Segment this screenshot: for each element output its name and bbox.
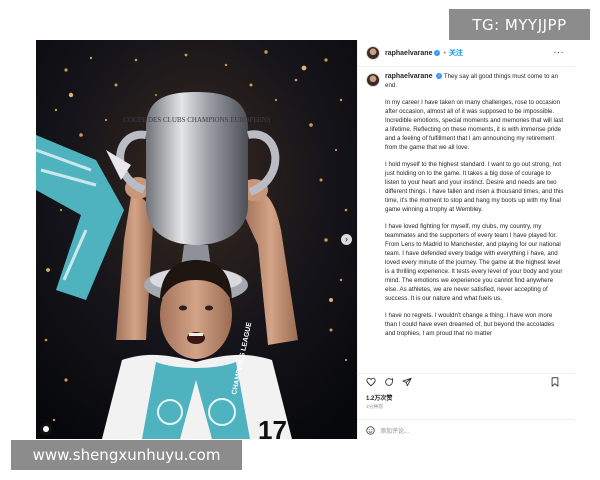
- verified-badge-icon: ✓: [436, 73, 443, 80]
- emoji-icon[interactable]: [366, 425, 375, 435]
- post-header: raphaelvarane ✓ • 关注 ···: [358, 40, 574, 67]
- caption-avatar[interactable]: [366, 73, 380, 87]
- more-options-icon[interactable]: ···: [554, 47, 565, 57]
- share-icon[interactable]: [402, 377, 412, 387]
- caption-paragraph: I have loved fighting for myself, my clu…: [385, 223, 563, 302]
- caption-paragraph: In my career I have taken on many challe…: [385, 99, 564, 151]
- post-caption: raphaelvarane ✓ They say all good things…: [358, 69, 574, 398]
- watermark-telegram: TG: MYYJJPP: [449, 9, 590, 40]
- player-face: [160, 260, 232, 359]
- action-bar: [358, 373, 574, 394]
- caption-paragraph: I hold myself to the highest standard. I…: [385, 161, 564, 213]
- post-detail-panel: raphaelvarane ✓ • 关注 ··· raphaelvarane ✓…: [357, 40, 574, 439]
- like-count[interactable]: 1.2万次赞: [366, 393, 392, 402]
- jersey-number: 17: [258, 415, 287, 439]
- username[interactable]: raphaelvarane: [385, 50, 432, 57]
- separator-dot: •: [443, 49, 446, 57]
- verified-badge-icon: ✓: [434, 50, 441, 56]
- follow-button[interactable]: 关注: [449, 48, 463, 58]
- chevron-right-icon[interactable]: ›: [341, 234, 352, 245]
- trophy-engraving: COUPE DES CLUBS CHAMPIONS EUROPEENS: [123, 116, 271, 124]
- caption-username[interactable]: raphaelvarane: [385, 73, 432, 80]
- photo-illustration: COUPE DES CLUBS CHAMPIONS EUROPEENS CHAM…: [36, 40, 357, 439]
- caption-paragraph: I have no regrets. I wouldn't change a t…: [385, 312, 555, 338]
- avatar[interactable]: [366, 46, 380, 60]
- photo-tag-icon[interactable]: [40, 423, 52, 435]
- heart-icon[interactable]: [366, 377, 376, 387]
- post-date: 2分钟前: [366, 405, 384, 410]
- comment-icon[interactable]: [384, 377, 394, 387]
- watermark-website: www.shengxunhuyu.com: [11, 440, 242, 470]
- post-photo[interactable]: COUPE DES CLUBS CHAMPIONS EUROPEENS CHAM…: [36, 40, 357, 439]
- caption-lead: raphaelvarane ✓ They say all good things…: [385, 73, 565, 91]
- caption-body: raphaelvarane ✓ They say all good things…: [385, 73, 565, 348]
- comment-input[interactable]: 添加评论...: [380, 426, 409, 435]
- comment-bar: 添加评论...: [358, 419, 574, 440]
- bookmark-icon[interactable]: [550, 377, 560, 387]
